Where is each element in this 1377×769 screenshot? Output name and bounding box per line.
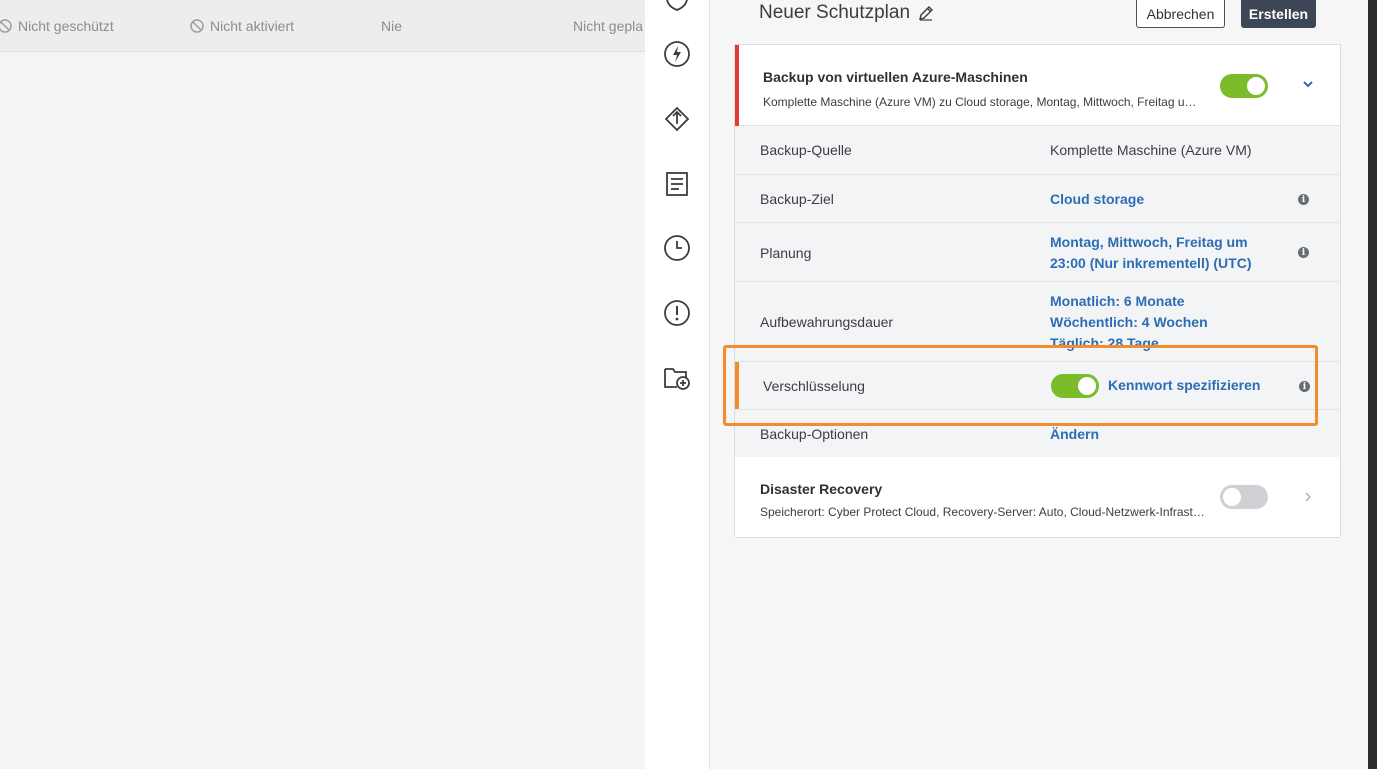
disaster-recovery-section[interactable]: Disaster Recovery Speicherort: Cyber Pro… [735,457,1340,537]
lightning-icon[interactable] [661,38,693,70]
info-icon[interactable]: i [1298,194,1309,205]
backup-module-summary: Komplette Maschine (Azure VM) zu Cloud s… [763,95,1197,109]
pencil-icon[interactable] [918,5,934,21]
plan-title-text: Neuer Schutzplan [759,2,911,23]
retention-label: Aufbewahrungsdauer [760,314,894,330]
chevron-right-icon[interactable] [1304,491,1312,503]
disaster-recovery-toggle[interactable] [1220,485,1268,509]
schedule-line-1: Montag, Mittwoch, Freitag um [1050,234,1248,250]
backup-module-card: Backup von virtuellen Azure-Maschinen Ko… [734,44,1341,538]
folder-add-icon[interactable] [661,361,693,393]
protection-status-cell: Nicht geschützt [0,18,114,34]
last-backup-cell: Nie [381,18,403,34]
next-backup-cell: Nicht gepla [573,18,644,34]
backup-source-value: Komplette Maschine (Azure VM) [1050,142,1252,158]
upload-icon[interactable] [661,103,693,135]
retention-line-2: Wöchentlich: 4 Wochen [1050,314,1208,330]
activation-status-text: Nicht aktiviert [210,18,295,34]
backup-source-label: Backup-Quelle [760,142,852,158]
panel-edge [1368,0,1377,769]
encryption-highlight-box [723,345,1318,426]
schedule-label: Planung [760,245,812,261]
status-indicator [735,45,739,126]
machine-list-row[interactable]: Nicht geschützt Nicht aktiviert Nie Nich… [0,0,646,52]
schedule-link[interactable]: Montag, Mittwoch, Freitag um 23:00 (Nur … [1050,232,1251,274]
disaster-recovery-title: Disaster Recovery [760,481,883,497]
disaster-recovery-summary: Speicherort: Cyber Protect Cloud, Recove… [760,505,1205,519]
plan-title: Neuer Schutzplan [759,2,934,24]
backup-source-row[interactable]: Backup-Quelle Komplette Maschine (Azure … [735,126,1340,175]
create-button[interactable]: Erstellen [1241,0,1316,28]
report-icon[interactable] [661,168,693,200]
ban-icon [0,19,12,33]
backup-target-row[interactable]: Backup-Ziel Cloud storage i [735,175,1340,223]
shield-icon[interactable] [661,0,693,14]
cancel-button[interactable]: Abbrechen [1136,0,1225,28]
backup-target-link[interactable]: Cloud storage [1050,189,1144,210]
backup-module-header[interactable]: Backup von virtuellen Azure-Maschinen Ko… [735,45,1340,126]
info-icon[interactable]: i [1298,247,1309,258]
clock-icon[interactable] [661,232,693,264]
backup-target-label: Backup-Ziel [760,191,834,207]
activation-status-cell: Nicht aktiviert [190,18,294,34]
backup-module-toggle[interactable] [1220,74,1268,98]
panel-icon-sidebar [645,0,710,769]
ban-icon [190,19,204,33]
chevron-down-icon[interactable] [1302,79,1314,89]
schedule-row[interactable]: Planung Montag, Mittwoch, Freitag um 23:… [735,223,1340,282]
backup-module-title: Backup von virtuellen Azure-Maschinen [763,69,1028,85]
protection-status-text: Nicht geschützt [18,18,114,34]
alert-icon[interactable] [661,297,693,329]
schedule-line-2: 23:00 (Nur inkrementell) (UTC) [1050,255,1252,271]
backup-options-link[interactable]: Ändern [1050,424,1099,445]
retention-line-1: Monatlich: 6 Monate [1050,293,1185,309]
backup-options-label: Backup-Optionen [760,426,869,442]
